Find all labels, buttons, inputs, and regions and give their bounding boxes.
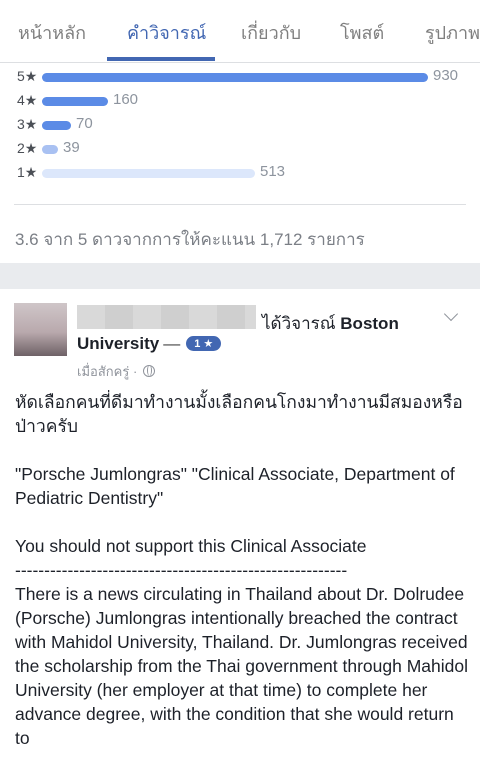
rating-count: 930 <box>433 67 459 84</box>
rating-summary: 3.6 จาก 5 ดาวจากการให้คะแนน 1,712 รายการ <box>15 230 365 249</box>
post-paragraph: ----------------------------------------… <box>15 560 348 580</box>
tab-reviews[interactable]: คำวิจารณ์ <box>127 18 206 47</box>
rating-bar <box>42 121 71 130</box>
rating-row-4: 4★ 160 <box>0 90 480 110</box>
active-tab-indicator <box>107 57 215 61</box>
page-name-link[interactable]: University <box>77 334 159 353</box>
post-meta: เมื่อสักครู่ · <box>77 361 155 382</box>
rating-row-3: 3★ 70 <box>0 114 480 134</box>
rating-count: 70 <box>76 115 93 132</box>
tab-posts[interactable]: โพสต์ <box>340 18 384 47</box>
post-timestamp[interactable]: เมื่อสักครู่ <box>77 364 129 379</box>
rating-count: 160 <box>113 91 139 108</box>
rating-badge: 1 ★ <box>186 336 222 351</box>
post-paragraph: หัดเลือกคนที่ดีมาทำงานมั้งเลือกคนโกงมาทำ… <box>15 392 463 436</box>
post-body: หัดเลือกคนที่ดีมาทำงานมั้งเลือกคนโกงมาทำ… <box>15 390 470 750</box>
post-header: ได้วิจารณ์ Boston <box>262 310 399 337</box>
globe-icon <box>142 365 155 377</box>
post-header-continued: University — 1 ★ <box>77 334 222 354</box>
rating-bar <box>42 97 108 106</box>
rating-label: 2★ <box>17 140 38 156</box>
post-paragraph: There is a news circulating in Thailand … <box>15 584 468 748</box>
rating-row-5: 5★ 930 <box>0 66 480 86</box>
blurred-author-name[interactable] <box>77 305 256 329</box>
chevron-down-icon[interactable] <box>443 306 459 322</box>
tab-photos[interactable]: รูปภาพ <box>425 18 480 47</box>
rating-row-1: 1★ 513 <box>0 162 480 182</box>
rating-row-2: 2★ 39 <box>0 138 480 158</box>
rating-bar <box>42 145 58 154</box>
rating-bar <box>42 169 255 178</box>
rating-count: 39 <box>63 139 80 156</box>
section-gap <box>0 263 480 289</box>
rating-label: 1★ <box>17 164 38 180</box>
rating-label: 3★ <box>17 116 38 132</box>
rating-label: 4★ <box>17 92 38 108</box>
reviewed-text: ได้วิจารณ์ <box>262 314 336 333</box>
review-post: ได้วิจารณ์ Boston University — 1 ★ เมื่อสั… <box>0 289 480 757</box>
tab-bar: หน้าหลัก คำวิจารณ์ เกี่ยวกับ โพสต์ รูปภา… <box>0 0 480 63</box>
meta-separator: · <box>132 364 138 379</box>
avatar[interactable] <box>14 303 67 356</box>
post-paragraph: "Porsche Jumlongras" "Clinical Associate… <box>15 464 455 508</box>
dash-separator: — <box>163 334 181 353</box>
rating-count: 513 <box>260 163 286 180</box>
post-paragraph: You should not support this Clinical Ass… <box>15 536 367 556</box>
tab-about[interactable]: เกี่ยวกับ <box>241 18 301 47</box>
rating-bar <box>42 73 428 82</box>
divider <box>14 204 466 205</box>
rating-label: 5★ <box>17 68 38 84</box>
page-name-link[interactable]: Boston <box>340 314 399 333</box>
tab-home[interactable]: หน้าหลัก <box>18 18 86 47</box>
